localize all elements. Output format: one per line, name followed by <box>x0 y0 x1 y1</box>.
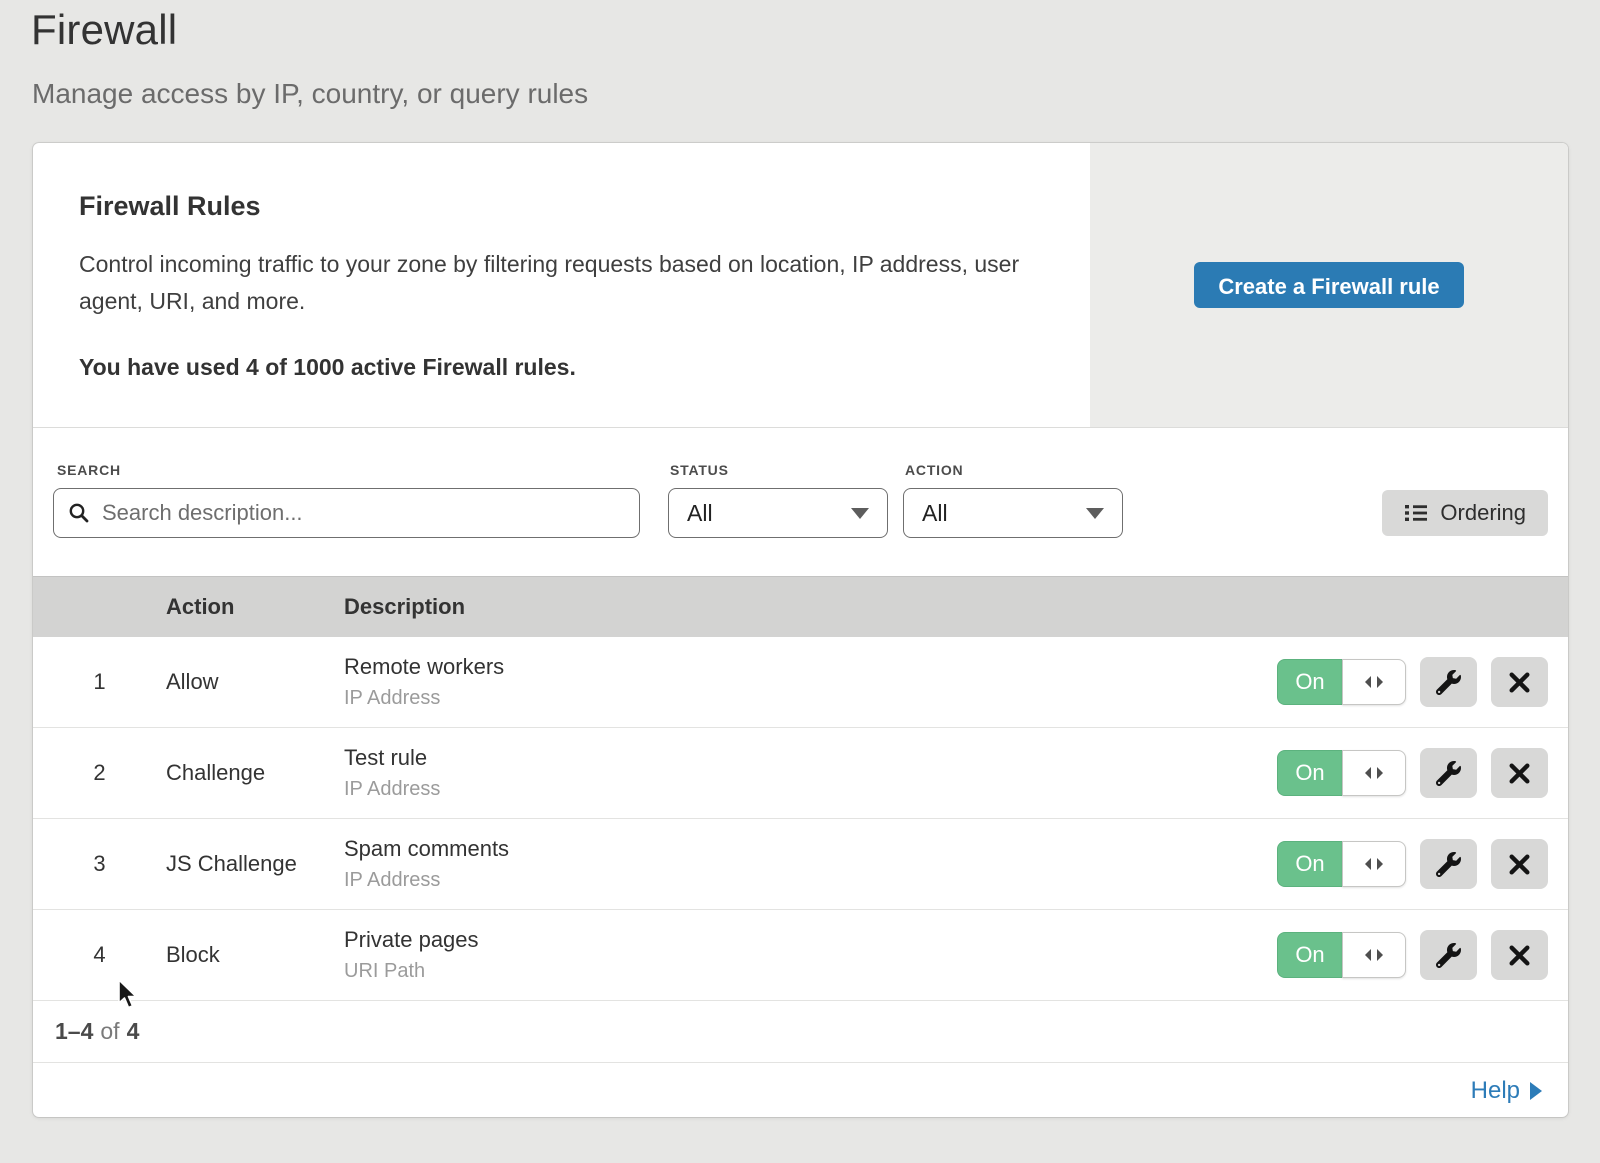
rule-match-field: URI Path <box>344 960 1277 983</box>
filter-bar: SEARCH STATUS All ACTION All <box>33 428 1568 576</box>
rule-description: Spam comments <box>344 836 1277 862</box>
table-header: Action Description <box>33 576 1568 637</box>
rule-match-field: IP Address <box>344 869 1277 892</box>
rule-match-field: IP Address <box>344 778 1277 801</box>
toggle-on-label: On <box>1277 841 1342 887</box>
ordering-button[interactable]: Ordering <box>1382 490 1548 536</box>
caret-down-icon <box>1086 508 1104 519</box>
toggle-knob[interactable] <box>1342 932 1406 978</box>
page-subtitle: Manage access by IP, country, or query r… <box>32 78 1600 110</box>
table-row: 2 Challenge Test rule IP Address On <box>33 728 1568 819</box>
wrench-icon <box>1436 670 1461 695</box>
create-rule-panel: Create a Firewall rule <box>1090 143 1568 427</box>
rule-priority: 2 <box>33 760 166 786</box>
rules-intro-section: Firewall Rules Control incoming traffic … <box>33 143 1568 428</box>
toggle-on-label: On <box>1277 659 1342 705</box>
rule-action: Block <box>166 942 344 968</box>
wrench-icon <box>1436 761 1461 786</box>
rule-priority: 3 <box>33 851 166 877</box>
action-selected-value: All <box>922 500 948 527</box>
drag-arrows-icon <box>1361 857 1387 871</box>
rule-match-field: IP Address <box>344 687 1277 710</box>
ordering-button-label: Ordering <box>1440 500 1526 526</box>
search-icon <box>68 502 90 524</box>
page-title: Firewall <box>31 6 1600 54</box>
rule-description: Remote workers <box>344 654 1277 680</box>
rule-description: Test rule <box>344 745 1277 771</box>
table-row: 4 Block Private pages URI Path On <box>33 910 1568 1001</box>
pagination: 1–4 of 4 <box>33 1001 1568 1063</box>
rule-priority: 4 <box>33 942 166 968</box>
search-label: SEARCH <box>57 462 121 478</box>
wrench-icon <box>1436 852 1461 877</box>
status-select[interactable]: All <box>668 488 888 538</box>
page-header: Firewall Manage access by IP, country, o… <box>0 0 1600 110</box>
status-label: STATUS <box>670 462 729 478</box>
help-arrow-icon <box>1530 1082 1542 1100</box>
close-icon <box>1508 853 1531 876</box>
action-column-header: Action <box>166 594 344 620</box>
close-icon <box>1508 671 1531 694</box>
drag-arrows-icon <box>1361 948 1387 962</box>
search-input[interactable] <box>100 499 625 527</box>
description-column-header: Description <box>344 594 1568 620</box>
pagination-of: of <box>93 1018 126 1045</box>
rule-enabled-toggle[interactable]: On <box>1277 750 1406 796</box>
wrench-icon <box>1436 943 1461 968</box>
status-selected-value: All <box>687 500 713 527</box>
pagination-total: 4 <box>127 1018 140 1045</box>
delete-rule-button[interactable] <box>1491 657 1548 707</box>
rule-description: Private pages <box>344 927 1277 953</box>
rules-heading: Firewall Rules <box>79 191 1043 222</box>
rule-priority: 1 <box>33 669 166 695</box>
close-icon <box>1508 944 1531 967</box>
rule-action: Challenge <box>166 760 344 786</box>
rules-usage-note: You have used 4 of 1000 active Firewall … <box>79 354 1043 381</box>
edit-rule-button[interactable] <box>1420 839 1477 889</box>
create-firewall-rule-button[interactable]: Create a Firewall rule <box>1194 262 1463 308</box>
table-row: 3 JS Challenge Spam comments IP Address … <box>33 819 1568 910</box>
pagination-range: 1–4 <box>55 1018 93 1045</box>
edit-rule-button[interactable] <box>1420 748 1477 798</box>
action-label: ACTION <box>905 462 963 478</box>
table-row: 1 Allow Remote workers IP Address On <box>33 637 1568 728</box>
toggle-on-label: On <box>1277 750 1342 796</box>
rule-action: JS Challenge <box>166 851 344 877</box>
card-footer: Help <box>33 1063 1568 1119</box>
caret-down-icon <box>851 508 869 519</box>
rules-description: Control incoming traffic to your zone by… <box>79 246 1029 320</box>
toggle-knob[interactable] <box>1342 659 1406 705</box>
toggle-knob[interactable] <box>1342 750 1406 796</box>
edit-rule-button[interactable] <box>1420 657 1477 707</box>
action-select[interactable]: All <box>903 488 1123 538</box>
drag-arrows-icon <box>1361 675 1387 689</box>
delete-rule-button[interactable] <box>1491 839 1548 889</box>
rule-enabled-toggle[interactable]: On <box>1277 932 1406 978</box>
delete-rule-button[interactable] <box>1491 930 1548 980</box>
edit-rule-button[interactable] <box>1420 930 1477 980</box>
delete-rule-button[interactable] <box>1491 748 1548 798</box>
ordering-list-icon <box>1404 503 1428 523</box>
drag-arrows-icon <box>1361 766 1387 780</box>
rule-enabled-toggle[interactable]: On <box>1277 841 1406 887</box>
toggle-knob[interactable] <box>1342 841 1406 887</box>
close-icon <box>1508 762 1531 785</box>
help-link-label: Help <box>1471 1077 1520 1105</box>
rule-action: Allow <box>166 669 344 695</box>
help-link[interactable]: Help <box>1471 1077 1542 1105</box>
toggle-on-label: On <box>1277 932 1342 978</box>
rule-enabled-toggle[interactable]: On <box>1277 659 1406 705</box>
search-box[interactable] <box>53 488 640 538</box>
firewall-rules-card: Firewall Rules Control incoming traffic … <box>33 143 1568 1117</box>
